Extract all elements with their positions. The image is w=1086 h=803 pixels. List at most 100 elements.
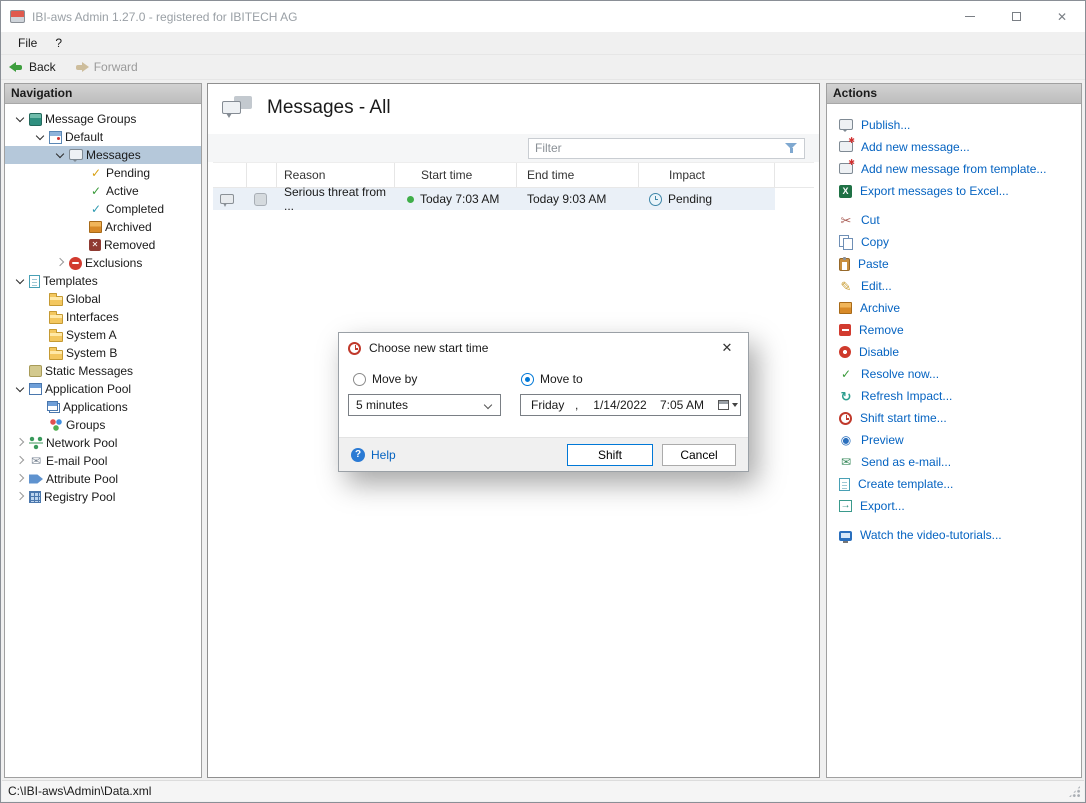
date-time-segment[interactable]: 7:05 AM xyxy=(655,398,709,412)
tree-item-messages[interactable]: Messages xyxy=(5,146,201,164)
action-copy[interactable]: Copy xyxy=(839,231,1081,253)
move-to-radio[interactable]: Move to xyxy=(521,372,583,386)
action-watch-video-tutorials[interactable]: Watch the video-tutorials... xyxy=(839,524,1081,546)
tree-item-interfaces[interactable]: Interfaces xyxy=(5,308,201,326)
expander-right-icon[interactable] xyxy=(13,489,29,505)
expander-down-icon[interactable] xyxy=(13,273,29,289)
date-date-segment[interactable]: 1/14/2022 xyxy=(585,398,655,412)
impact-pending-clock-icon xyxy=(649,193,662,206)
action-add-new-message-from-template[interactable]: Add new message from template... xyxy=(839,158,1081,180)
tree-item-global[interactable]: Global xyxy=(5,290,201,308)
close-button[interactable]: ✕ xyxy=(1039,1,1085,32)
filter-box xyxy=(528,138,805,159)
action-paste[interactable]: Paste xyxy=(839,253,1081,275)
expander-down-icon[interactable] xyxy=(33,129,49,145)
column-header-reason[interactable]: Reason xyxy=(277,163,395,187)
column-header-flag[interactable] xyxy=(247,163,277,187)
action-disable[interactable]: Disable xyxy=(839,341,1081,363)
eye-blue-icon xyxy=(839,433,853,447)
tree-item-message-groups[interactable]: Message Groups xyxy=(5,110,201,128)
navigation-header: Navigation xyxy=(5,84,201,104)
expander-right-icon[interactable] xyxy=(13,435,29,451)
minimize-button[interactable] xyxy=(947,1,993,32)
action-publish[interactable]: Publish... xyxy=(839,114,1081,136)
expander-right-icon[interactable] xyxy=(53,255,69,271)
action-export[interactable]: Export... xyxy=(839,495,1081,517)
calendar-dropdown-button[interactable] xyxy=(715,395,740,415)
action-shift-start-time[interactable]: Shift start time... xyxy=(839,407,1081,429)
action-group-0: Publish...Add new message...Add new mess… xyxy=(839,114,1081,202)
resize-grip[interactable] xyxy=(1068,785,1081,798)
column-header-message-icon[interactable] xyxy=(213,163,247,187)
chevron-down-icon xyxy=(485,402,492,409)
tree-item-network-pool[interactable]: Network Pool xyxy=(5,434,201,452)
action-edit[interactable]: Edit... xyxy=(839,275,1081,297)
tree-item-static-messages[interactable]: Static Messages xyxy=(5,362,201,380)
move-to-radio-icon[interactable] xyxy=(521,373,534,386)
action-resolve-now[interactable]: Resolve now... xyxy=(839,363,1081,385)
tree-item-completed[interactable]: Completed xyxy=(5,200,201,218)
move-by-label: Move by xyxy=(372,372,417,386)
tree-item-system-a[interactable]: System A xyxy=(5,326,201,344)
tree-item-system-b[interactable]: System B xyxy=(5,344,201,362)
tree-item-templates[interactable]: Templates xyxy=(5,272,201,290)
tree-item-archived[interactable]: Archived xyxy=(5,218,201,236)
action-refresh-impact[interactable]: Refresh Impact... xyxy=(839,385,1081,407)
tree-item-default[interactable]: Default xyxy=(5,128,201,146)
help-link[interactable]: ? Help xyxy=(351,448,396,462)
action-archive[interactable]: Archive xyxy=(839,297,1081,319)
expander-spacer xyxy=(73,183,89,199)
maximize-button[interactable] xyxy=(993,1,1039,32)
date-separator: , xyxy=(575,398,585,412)
move-to-label: Move to xyxy=(540,372,583,386)
tree-item-active[interactable]: Active xyxy=(5,182,201,200)
tree-item-removed[interactable]: Removed xyxy=(5,236,201,254)
expander-right-icon[interactable] xyxy=(13,471,29,487)
tree-item-application-pool[interactable]: Application Pool xyxy=(5,380,201,398)
table-row[interactable]: Serious threat from ... Today 7:03 AM To… xyxy=(213,188,775,210)
move-by-radio-icon[interactable] xyxy=(353,373,366,386)
no-entry-icon xyxy=(69,257,82,270)
expander-down-icon[interactable] xyxy=(53,147,69,163)
action-send-as-email[interactable]: Send as e-mail... xyxy=(839,451,1081,473)
action-label: Send as e-mail... xyxy=(861,455,951,469)
expander-down-icon[interactable] xyxy=(13,111,29,127)
row-message-cell xyxy=(213,188,247,210)
move-by-radio[interactable]: Move by xyxy=(353,372,417,386)
move-to-datetime-picker[interactable]: Friday , 1/14/2022 7:05 AM xyxy=(520,394,741,416)
dialog-close-button[interactable]: ✕ xyxy=(707,334,747,362)
column-header-impact[interactable]: Impact xyxy=(639,163,775,187)
back-button[interactable]: Back xyxy=(9,60,56,74)
action-export-messages-to-excel[interactable]: Export messages to Excel... xyxy=(839,180,1081,202)
action-label: Cut xyxy=(861,213,880,227)
move-by-duration-select[interactable]: 5 minutes xyxy=(348,394,501,416)
tree-item-applications[interactable]: Applications xyxy=(5,398,201,416)
filter-funnel-icon[interactable] xyxy=(785,142,798,154)
tree-item-email-pool[interactable]: E-mail Pool xyxy=(5,452,201,470)
cancel-button[interactable]: Cancel xyxy=(662,444,736,466)
action-remove[interactable]: Remove xyxy=(839,319,1081,341)
tree-item-groups[interactable]: Groups xyxy=(5,416,201,434)
expander-right-icon[interactable] xyxy=(13,453,29,469)
tree-item-exclusions[interactable]: Exclusions xyxy=(5,254,201,272)
window-controls: ✕ xyxy=(947,1,1085,32)
action-cut[interactable]: Cut xyxy=(839,209,1081,231)
expander-down-icon[interactable] xyxy=(13,381,29,397)
shift-button[interactable]: Shift xyxy=(567,444,653,466)
column-header-start-time[interactable]: Start time xyxy=(395,163,517,187)
tree-item-registry-pool[interactable]: Registry Pool xyxy=(5,488,201,506)
tree-item-pending[interactable]: Pending xyxy=(5,164,201,182)
column-header-end-time[interactable]: End time xyxy=(517,163,639,187)
filter-input[interactable] xyxy=(535,141,779,155)
flag-chip-icon xyxy=(254,193,267,206)
action-preview[interactable]: Preview xyxy=(839,429,1081,451)
menu-help[interactable]: ? xyxy=(46,32,71,54)
forward-button[interactable]: Forward xyxy=(74,60,138,74)
tree-item-attribute-pool[interactable]: Attribute Pool xyxy=(5,470,201,488)
column-header-filler xyxy=(775,163,814,187)
menu-file[interactable]: File xyxy=(9,32,46,54)
action-create-template[interactable]: Create template... xyxy=(839,473,1081,495)
tree-item-label: Groups xyxy=(66,418,105,432)
action-add-new-message[interactable]: Add new message... xyxy=(839,136,1081,158)
date-day-segment[interactable]: Friday xyxy=(521,398,575,412)
